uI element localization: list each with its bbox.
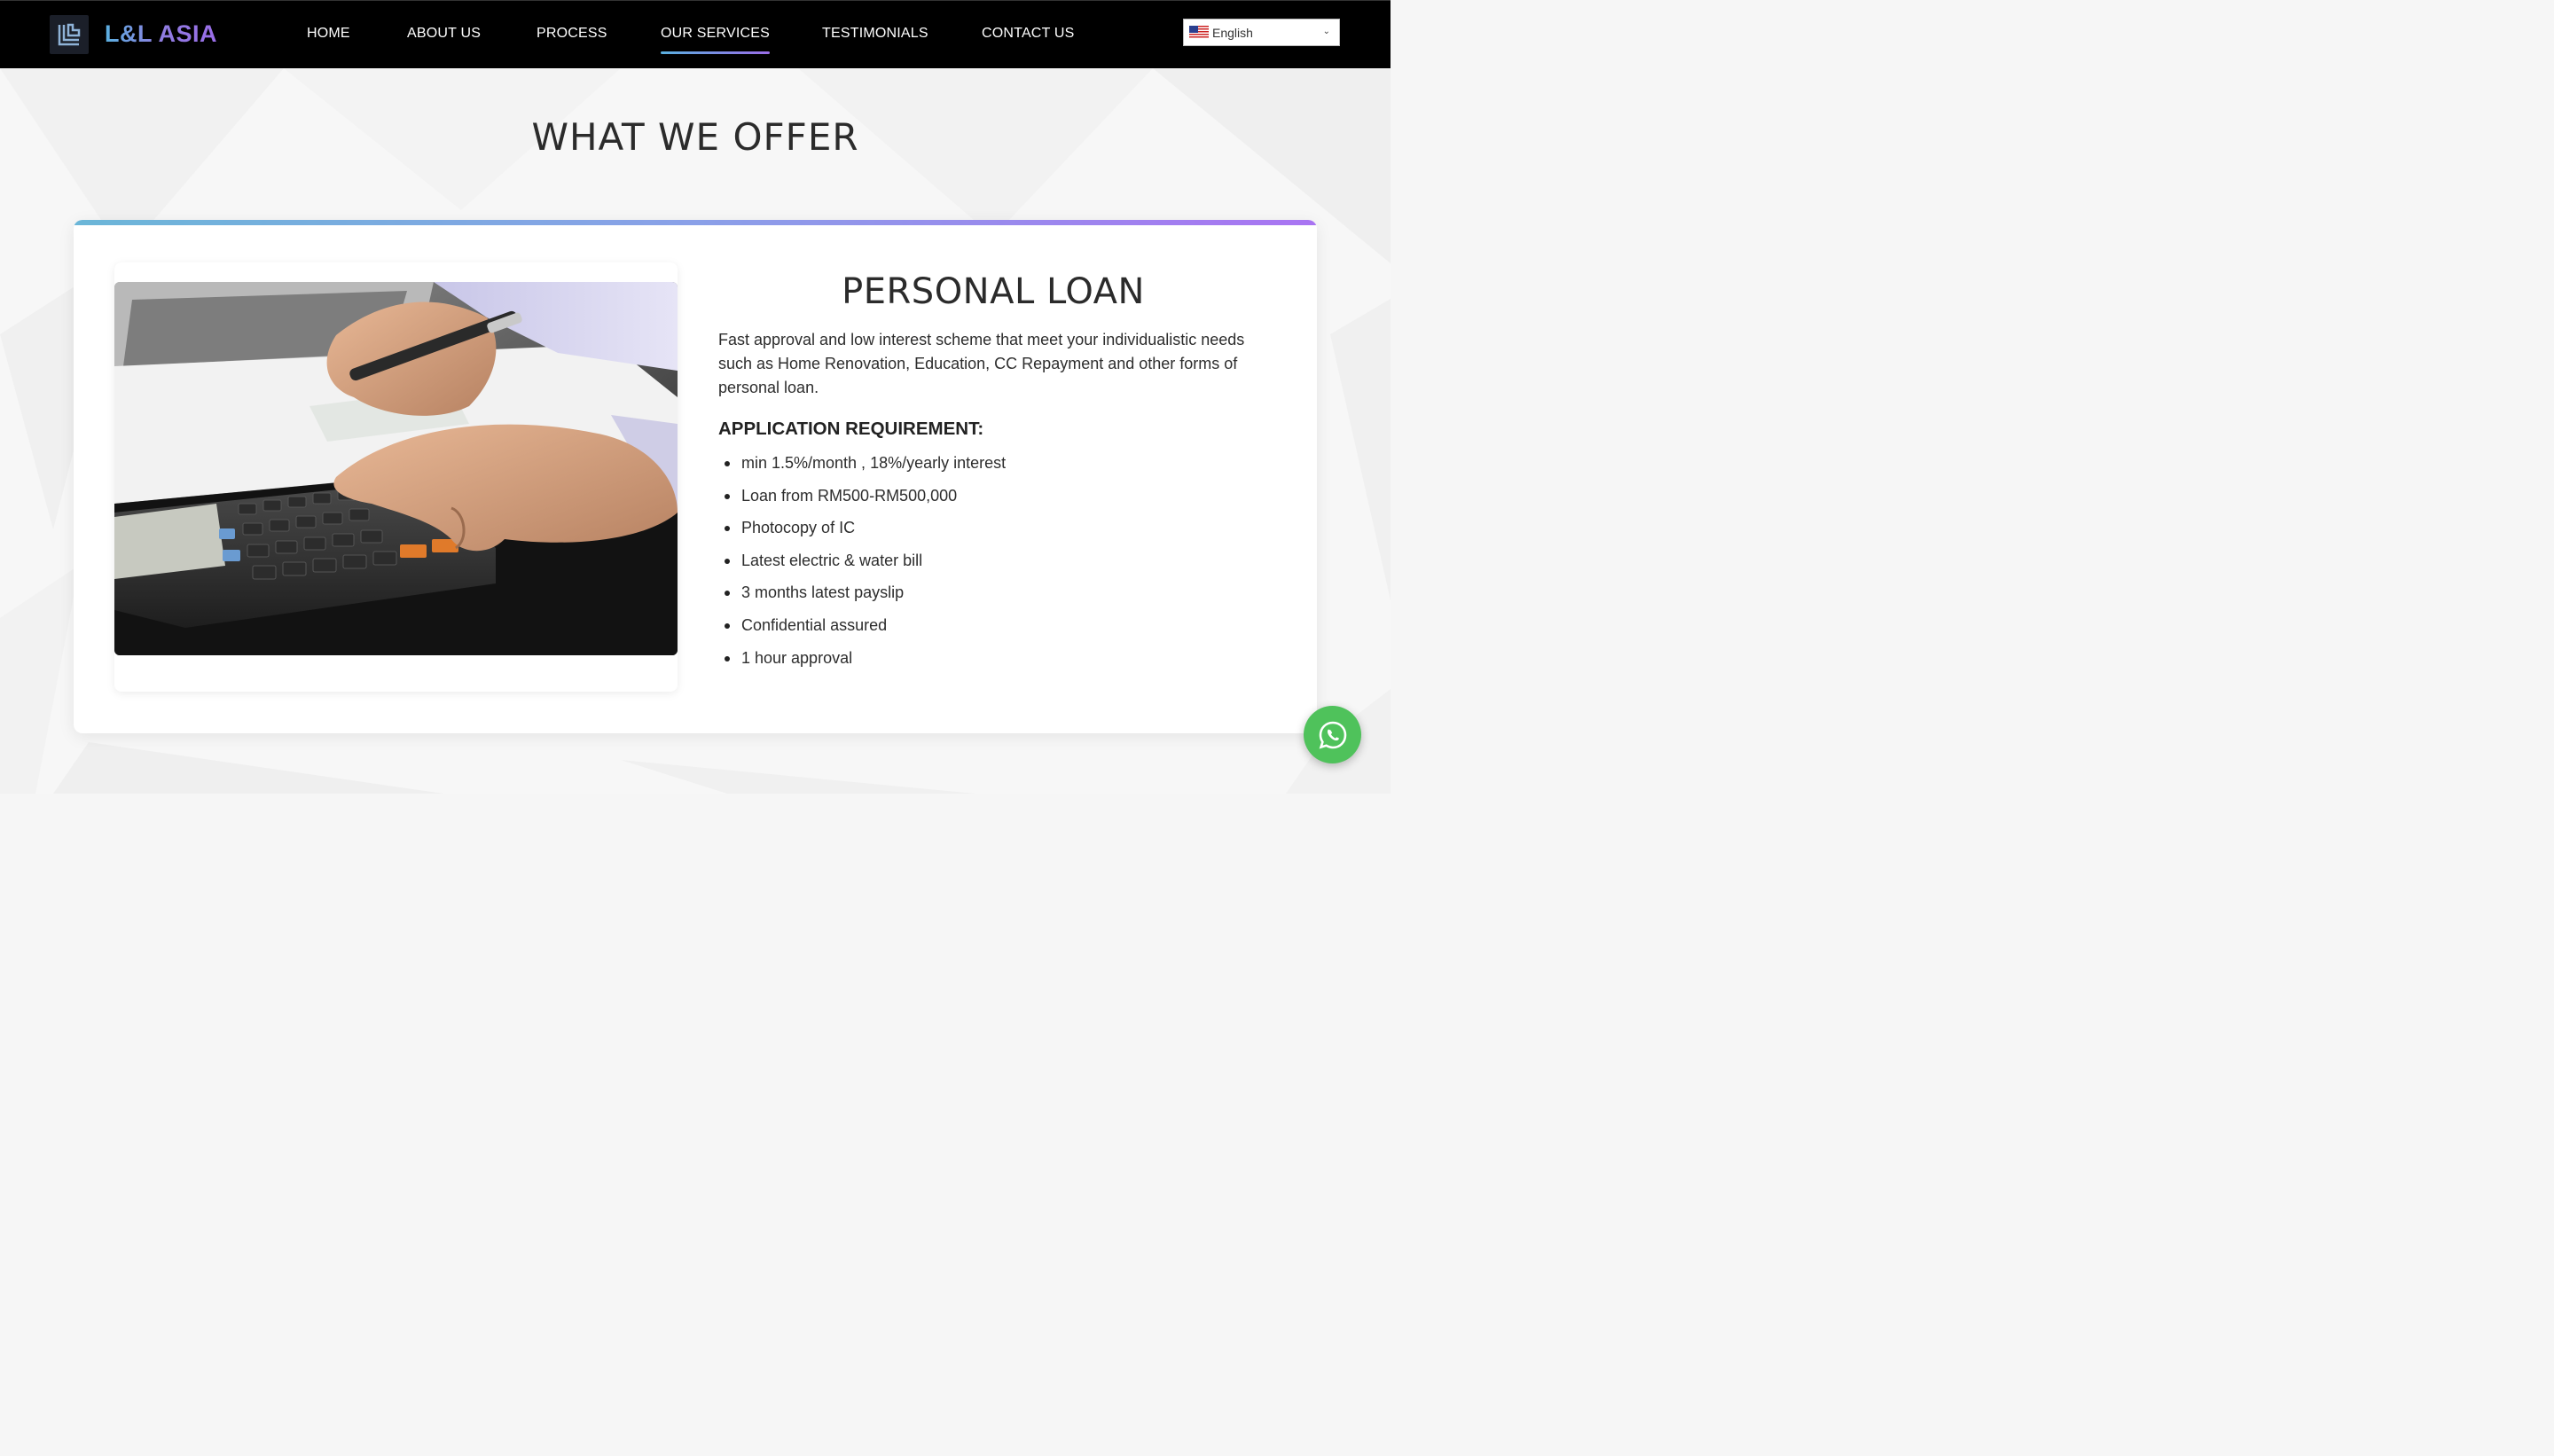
bullet-icon [725, 493, 730, 499]
requirements-list: min 1.5%/month , 18%/yearly interest Loa… [718, 451, 1006, 678]
requirement-text: Latest electric & water bill [741, 551, 923, 569]
requirements-heading: APPLICATION REQUIREMENT: [718, 419, 984, 439]
requirement-text: Confidential assured [741, 615, 888, 634]
bullet-icon [725, 461, 730, 466]
service-card: PERSONAL LOAN Fast approval and low inte… [74, 220, 1317, 733]
calculator-photo [114, 282, 678, 655]
bullet-icon [725, 591, 730, 597]
language-select[interactable]: English ⌄ [1183, 19, 1340, 46]
list-item: Loan from RM500-RM500,000 [718, 484, 1006, 517]
section-title: WHAT WE OFFER [531, 115, 859, 159]
bullet-icon [725, 655, 730, 661]
nav-about-us[interactable]: ABOUT US [407, 26, 481, 42]
language-label: English [1212, 25, 1253, 40]
whatsapp-button[interactable] [1304, 706, 1361, 763]
ll-logo-icon [58, 23, 81, 46]
service-description: Fast approval and low interest scheme th… [718, 331, 1245, 396]
list-item: Photocopy of IC [718, 516, 1006, 549]
whatsapp-icon [1319, 721, 1346, 749]
requirement-text: Loan from RM500-RM500,000 [741, 486, 958, 505]
list-item: Confidential assured [718, 614, 1006, 646]
requirement-text: min 1.5%/month , 18%/yearly interest [741, 454, 1007, 472]
list-item: 1 hour approval [718, 646, 1006, 679]
service-title: PERSONAL LOAN [842, 271, 1145, 312]
nav-home[interactable]: HOME [307, 26, 350, 42]
requirement-text: Photocopy of IC [741, 519, 856, 537]
nav-contact-us[interactable]: CONTACT US [982, 26, 1075, 42]
requirement-text: 3 months latest payslip [741, 583, 905, 602]
nav-our-services[interactable]: OUR SERVICES [661, 26, 771, 54]
list-item: Latest electric & water bill [718, 549, 1006, 582]
bullet-icon [725, 622, 730, 629]
card-accent-bar [74, 220, 1317, 225]
nav-testimonials[interactable]: TESTIMONIALS [822, 26, 928, 42]
requirement-text: 1 hour approval [741, 648, 853, 667]
list-item: 3 months latest payslip [718, 581, 1006, 614]
brand-logo[interactable] [50, 15, 89, 54]
brand-name[interactable]: L&L ASIA [105, 20, 217, 48]
bullet-icon [725, 526, 730, 532]
nav-process[interactable]: PROCESS [537, 26, 607, 42]
chevron-down-icon: ⌄ [1322, 27, 1330, 36]
service-image-frame [114, 262, 678, 692]
us-flag-icon [1189, 26, 1209, 39]
bullet-icon [725, 558, 730, 564]
top-navbar: L&L ASIA HOME ABOUT US PROCESS OUR SERVI… [0, 0, 1391, 68]
list-item: min 1.5%/month , 18%/yearly interest [718, 451, 1006, 484]
